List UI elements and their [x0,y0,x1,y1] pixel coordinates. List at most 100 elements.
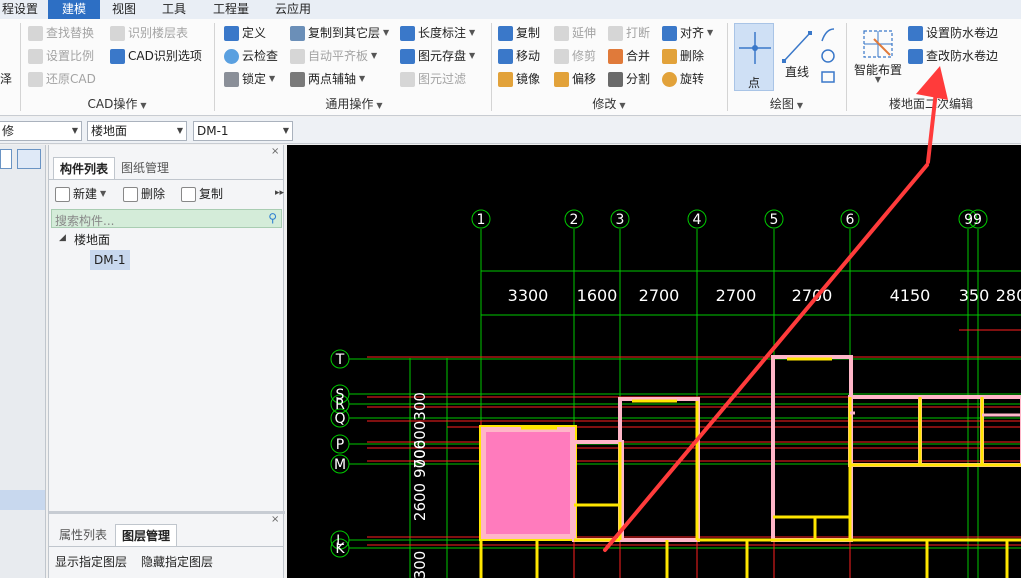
panel-splitter[interactable] [49,511,285,514]
set-scale-button[interactable]: 设置比例 [28,46,94,66]
ribbon-left-stub[interactable]: 泽 [0,69,12,89]
search-input[interactable]: 搜索构件... ⚲ [51,209,282,228]
tree-root[interactable]: 楼地面 [74,231,110,248]
break-icon [608,25,623,41]
floor-plan[interactable]: 1 2 3 4 5 6 99 3300 1600 2700 2700 2700 … [287,145,1021,578]
dimension-label: 4150 [890,286,931,305]
offset-button[interactable]: 偏移 [554,69,596,89]
group-divider [491,23,492,111]
find-replace-icon [28,25,43,41]
two-point-axis-button[interactable]: 两点辅轴 ▼ [290,69,365,89]
copy-icon [181,186,196,202]
hide-layer-option[interactable]: 隐藏指定图层 [141,553,213,570]
axis-label-row: P [336,437,344,453]
tree-item-dm1[interactable]: DM-1 [90,250,130,270]
chevron-down-icon: ▼ [282,126,289,135]
group-divider [846,23,847,111]
left-nav-strip [0,145,46,578]
axis-label-col: 1 [477,212,486,228]
row-axis-bubbles[interactable]: T S R Q P M L K [330,349,350,558]
lock-button[interactable]: 锁定 ▼ [224,69,275,89]
line-button[interactable]: 直线 [778,23,816,91]
close-icon[interactable]: × [271,514,279,525]
trim-button[interactable]: 修剪 [554,46,596,66]
floor-slab-dm1 [486,432,570,534]
tab-layer-management[interactable]: 图层管理 [115,524,178,546]
column-axis-bubbles[interactable]: 1 2 3 4 5 6 99 [471,209,988,229]
save-element-button[interactable]: 图元存盘 ▼ [400,46,475,66]
filter-element-button[interactable]: 图元过滤 [400,69,466,89]
edit-waterproof-button[interactable]: 查改防水卷边 [908,46,998,66]
tab-divider [49,179,283,180]
split-button[interactable]: 分割 [608,69,650,89]
identify-floor-table-button[interactable]: 识别楼层表 [110,23,188,43]
category-combo[interactable]: 楼地面 ▼ [87,121,187,141]
extend-button[interactable]: 延伸 [554,23,596,43]
close-icon[interactable]: × [271,146,279,157]
show-layer-option[interactable]: 显示指定图层 [55,553,127,570]
dimension-label: 350 [959,286,990,305]
find-replace-button[interactable]: 查找替换 [28,23,94,43]
tab-drawing-management[interactable]: 图纸管理 [115,157,175,179]
break-button[interactable]: 打断 [608,23,650,43]
group-divider [214,23,215,111]
search-icon: ⚲ [268,211,277,225]
set-waterproof-button[interactable]: 设置防水卷边 [908,23,998,43]
mirror-button[interactable]: 镜像 [498,69,540,89]
window-view-icon[interactable] [17,149,41,169]
chevron-down-icon: ▼ [176,126,183,135]
tree-collapse-icon[interactable]: ◢ [59,233,66,243]
delete-button[interactable]: 删除 [662,46,704,66]
delete-component-button[interactable]: 删除 [123,184,165,204]
menu-quantity[interactable]: 工程量 [204,0,258,19]
chevron-down-icon: ▼ [71,126,78,135]
axis-label-row: T [335,352,345,368]
group-label-general[interactable]: 通用操作 ▼ [216,96,492,112]
move-button[interactable]: 移动 [498,46,540,66]
define-icon [224,25,239,41]
cad-icon [110,48,125,64]
save-icon [400,48,415,64]
cad-drawing-canvas[interactable]: 1 2 3 4 5 6 99 3300 1600 2700 2700 2700 … [287,145,1021,578]
group-label-cad[interactable]: CAD操作 ▼ [22,96,212,112]
menu-tools[interactable]: 工具 [154,0,194,19]
new-component-button[interactable]: 新建 ▼ [55,184,106,204]
cloud-check-button[interactable]: 云检查 [224,46,278,66]
auto-level-slab-button[interactable]: 自动平齐板 ▼ [290,46,377,66]
draw-mini-icons[interactable] [818,25,838,87]
point-button[interactable]: 点 [734,23,774,91]
menu-view[interactable]: 视图 [104,0,144,19]
tab-component-list[interactable]: 构件列表 [53,157,116,179]
component-combo[interactable]: DM-1 ▼ [193,121,293,141]
restore-cad-button[interactable]: 还原CAD [28,69,96,89]
define-button[interactable]: 定义 [224,23,266,43]
group-label-draw[interactable]: 绘图 ▼ [729,96,844,112]
tab-property-list[interactable]: 属性列表 [53,524,113,546]
copy-component-button[interactable]: 复制 [181,184,223,204]
level-icon [290,48,305,64]
group-label-modify[interactable]: 修改 ▼ [493,96,725,112]
menu-project-settings[interactable]: 程设置 [0,0,40,19]
merge-button[interactable]: 合并 [608,46,650,66]
cad-options-button[interactable]: CAD识别选项 [110,46,202,66]
vertical-dimension-label: 700 [411,440,429,469]
axis-label-col: 3 [616,212,625,228]
restore-icon [28,71,43,87]
align-button[interactable]: 对齐 ▼ [662,23,713,43]
point-icon [739,32,771,64]
nav-selected-item[interactable] [0,490,45,510]
list-view-icon[interactable] [0,149,12,169]
copy-button[interactable]: 复制 [498,23,540,43]
mirror-icon [498,71,513,87]
split-icon [608,71,623,87]
vertical-dimension-label: 300 [411,551,429,578]
floor-combo[interactable]: 修 ▼ [0,121,82,141]
rotate-button[interactable]: 旋转 [662,69,704,89]
new-icon [55,186,70,202]
copy-to-floor-button[interactable]: 复制到其它层 ▼ [290,23,389,43]
menu-cloud[interactable]: 云应用 [266,0,320,19]
filter-icon [400,71,415,87]
menu-modeling[interactable]: 建模 [48,0,100,19]
length-dim-button[interactable]: 长度标注 ▼ [400,23,475,43]
more-arrow-icon[interactable]: ▸▸ [275,188,284,198]
